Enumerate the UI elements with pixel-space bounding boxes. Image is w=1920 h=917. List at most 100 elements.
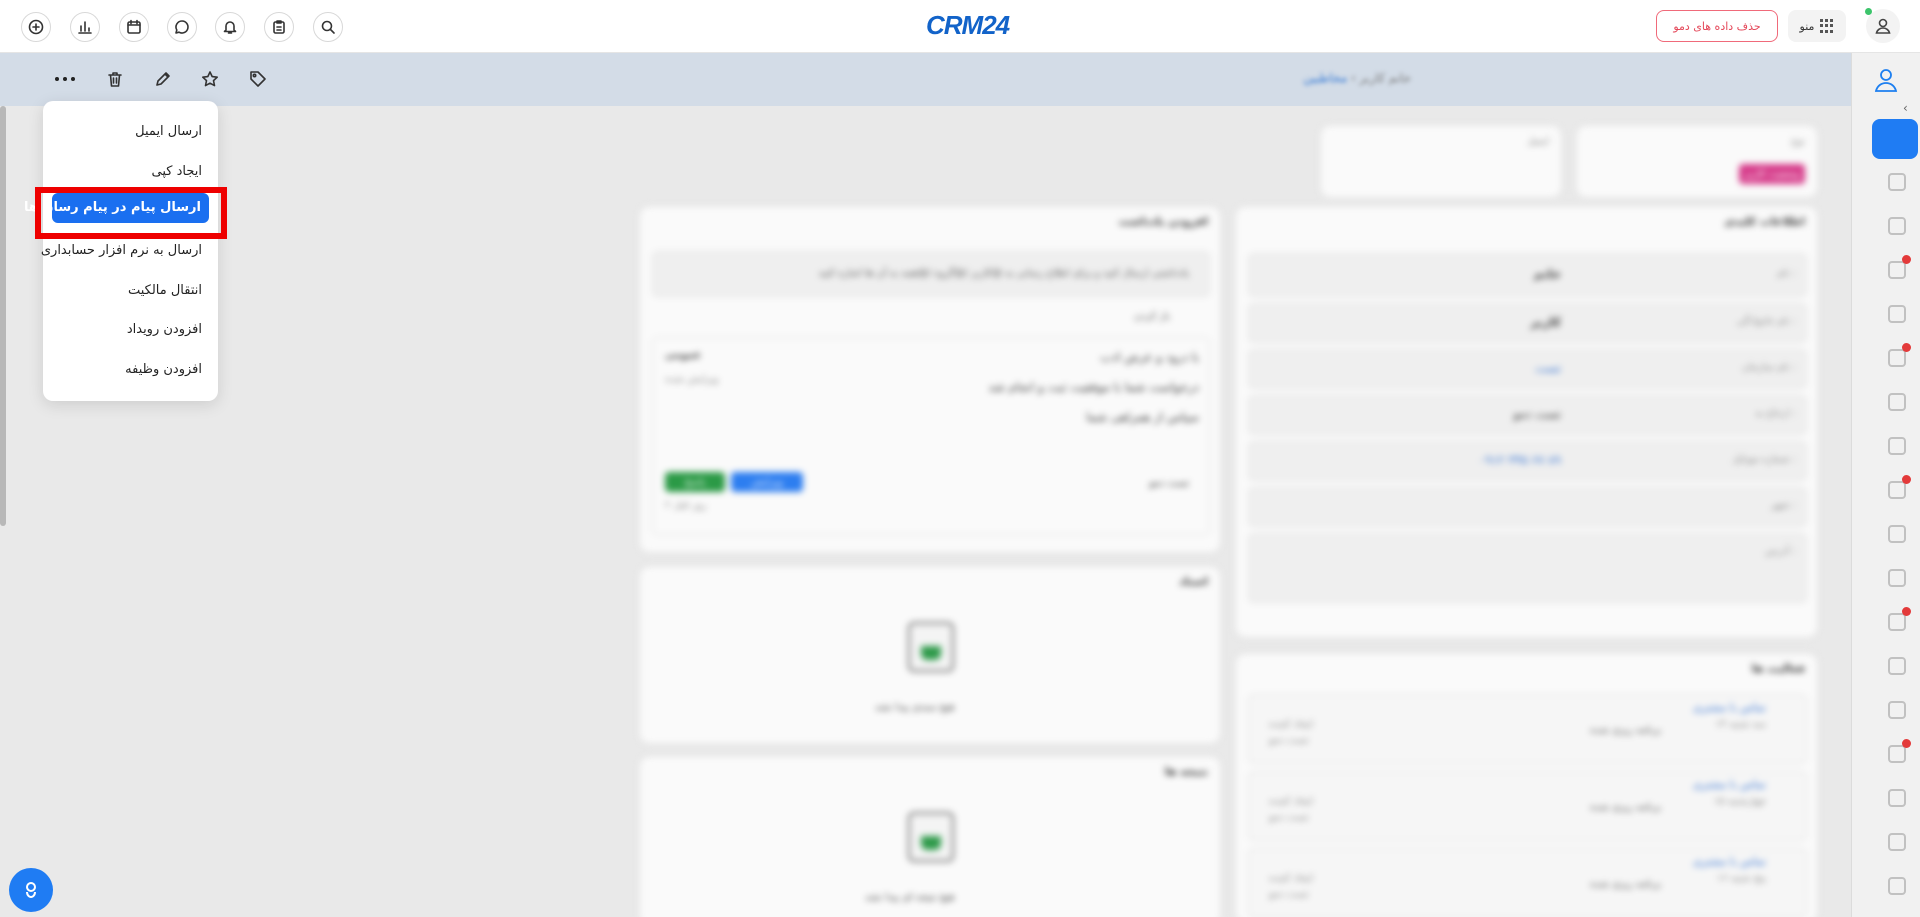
- field-row[interactable]: شماره موبایل : ۰۹۱۲ ۳۴۵ ۶۷ ۸۹: [1248, 441, 1807, 481]
- field-row[interactable]: نام سازمان : تست: [1248, 349, 1807, 389]
- activities-card: فعالیت ها تماس با مشتری سه شنبه ۱۴ برنام…: [1235, 653, 1818, 917]
- activity-creator-name: تست دمو: [1269, 889, 1309, 900]
- more-options-icon[interactable]: [55, 77, 75, 81]
- record-toolbar: خانم کاربر › مخاطبین: [0, 53, 1851, 106]
- field-value[interactable]: تست: [1535, 361, 1561, 375]
- sidebar-item-icon[interactable]: [1888, 481, 1906, 499]
- clipboard-icon[interactable]: [264, 12, 294, 42]
- field-row[interactable]: آدرس :: [1248, 533, 1807, 603]
- field-row[interactable]: ارجاع به : تست دمو: [1248, 395, 1807, 435]
- edit-note-button[interactable]: ویرایش: [731, 472, 803, 492]
- chart-icon[interactable]: [70, 12, 100, 42]
- bell-icon[interactable]: [215, 12, 245, 42]
- edit-icon[interactable]: [151, 67, 175, 91]
- note-input-placeholder: یادداشتی ارسال کنید و برای اطلاع رسانی ب…: [818, 268, 1189, 279]
- field-label: شماره موبایل :: [1732, 454, 1796, 465]
- add-icon[interactable]: [21, 12, 51, 42]
- sidebar-item-icon[interactable]: [1888, 525, 1906, 543]
- sidebar-item-icon[interactable]: [1888, 173, 1906, 191]
- email-label: ایمیل: [1527, 136, 1549, 147]
- note-item: با درود و عرض ادب درخواست شما با موفقیت …: [652, 337, 1210, 535]
- star-icon[interactable]: [198, 67, 222, 91]
- sidebar-collapse-icon[interactable]: ‹: [1903, 101, 1908, 115]
- menu-item-send-email[interactable]: ارسال ایمیل: [135, 124, 202, 139]
- menu-item-add-event[interactable]: افزودن رویداد: [127, 322, 202, 337]
- tag-icon[interactable]: [246, 67, 270, 91]
- empty-box-icon: [908, 812, 954, 862]
- grid-icon: [1820, 19, 1834, 33]
- field-label: نام خانوادگی :: [1736, 316, 1796, 327]
- sidebar-item-icon[interactable]: [1888, 393, 1906, 411]
- open-toggle-label[interactable]: باز کردن: [1134, 311, 1170, 322]
- menu-label: منو: [1799, 19, 1815, 33]
- app-logo[interactable]: CRM24: [926, 10, 1010, 41]
- field-label: نام سازمان :: [1742, 362, 1796, 373]
- status-badge[interactable]: وضعیت کاربر: [1739, 164, 1805, 184]
- sidebar-item-icon[interactable]: [1888, 305, 1906, 323]
- reply-note-button[interactable]: پاسخ: [665, 472, 725, 492]
- sidebar-item-icon[interactable]: [1888, 789, 1906, 807]
- user-profile-icon[interactable]: [1866, 9, 1900, 43]
- notification-badge: [1902, 255, 1911, 264]
- note-input[interactable]: یادداشتی ارسال کنید و برای اطلاع رسانی ب…: [652, 251, 1210, 297]
- menu-item-send-messenger[interactable]: ارسال پیام در پیام رسان ها: [24, 193, 209, 223]
- calendar-icon[interactable]: [119, 12, 149, 42]
- sidebar-item-active[interactable]: [1872, 119, 1918, 159]
- sidebar-item-icon[interactable]: [1888, 261, 1906, 279]
- activity-item[interactable]: تماس با مشتری چهارشنبه ۱۵ برنامه ریزی شد…: [1248, 771, 1807, 841]
- sidebar-item-icon[interactable]: [1888, 745, 1906, 763]
- field-row[interactable]: شهر :: [1248, 487, 1807, 527]
- activity-status[interactable]: برنامه ریزی شده: [1590, 802, 1661, 813]
- sidebar-item-icon[interactable]: [1888, 657, 1906, 675]
- notification-badge: [1902, 607, 1911, 616]
- field-value[interactable]: ۰۹۱۲ ۳۴۵ ۶۷ ۸۹: [1479, 453, 1561, 467]
- field-value: کاربر: [1530, 315, 1561, 329]
- main-menu-button[interactable]: منو: [1788, 10, 1846, 42]
- field-row[interactable]: نام خانوادگی : کاربر: [1248, 303, 1807, 343]
- support-chat-button[interactable]: [9, 868, 53, 912]
- notification-badge: [1902, 475, 1911, 484]
- field-row[interactable]: نام : خانم: [1248, 253, 1807, 297]
- activity-status[interactable]: برنامه ریزی شده: [1590, 879, 1661, 890]
- menu-item-duplicate[interactable]: ایجاد کپی: [152, 164, 202, 179]
- activities-title: فعالیت ها: [1751, 662, 1805, 675]
- activity-date: پنج شنبه ۱۶: [1716, 873, 1766, 884]
- menu-item-send-accounting[interactable]: ارسال به نرم افزار حسابداری: [41, 243, 202, 258]
- results-empty: هیچ نتیجه ای پیدا نشد: [865, 892, 955, 903]
- activity-date: سه شنبه ۱۴: [1715, 719, 1766, 730]
- breadcrumb-current: خانم کاربر: [1359, 71, 1411, 85]
- activity-item[interactable]: تماس با مشتری پنج شنبه ۱۶ برنامه ریزی شد…: [1248, 848, 1807, 917]
- search-icon[interactable]: [313, 12, 343, 42]
- activity-creator-label: ایجاد کننده: [1269, 796, 1313, 807]
- activity-creator-label: ایجاد کننده: [1269, 719, 1313, 730]
- sidebar-item-icon[interactable]: [1888, 349, 1906, 367]
- sidebar-item-icon[interactable]: [1888, 701, 1906, 719]
- activity-title[interactable]: تماس با مشتری: [1693, 778, 1766, 791]
- menu-item-transfer-ownership[interactable]: انتقال مالکیت: [128, 283, 202, 298]
- sidebar-item-icon[interactable]: [1888, 217, 1906, 235]
- activity-item[interactable]: تماس با مشتری سه شنبه ۱۴ برنامه ریزی شده…: [1248, 694, 1807, 764]
- notification-badge: [1902, 343, 1911, 352]
- field-label: آدرس :: [1765, 546, 1796, 557]
- sidebar-item-icon[interactable]: [1888, 877, 1906, 895]
- activity-title[interactable]: تماس با مشتری: [1693, 701, 1766, 714]
- results-title: نتیجه ها: [1164, 765, 1208, 778]
- results-card: نتیجه ها هیچ نتیجه ای پیدا نشد: [639, 756, 1221, 917]
- add-note-title: افزودن یادداشت: [1118, 215, 1208, 228]
- support-chat-icon: [26, 882, 36, 899]
- menu-item-add-task[interactable]: افزودن وظیفه: [125, 362, 202, 377]
- breadcrumb-parent[interactable]: مخاطبین: [1303, 71, 1347, 85]
- activity-title[interactable]: تماس با مشتری: [1693, 855, 1766, 868]
- activity-status[interactable]: برنامه ریزی شده: [1590, 725, 1661, 736]
- contact-user-icon[interactable]: [1869, 63, 1903, 97]
- sidebar-item-icon[interactable]: [1888, 613, 1906, 631]
- trash-icon[interactable]: [103, 67, 127, 91]
- sidebar-item-icon[interactable]: [1888, 833, 1906, 851]
- chat-icon[interactable]: [167, 12, 197, 42]
- sidebar-item-icon[interactable]: [1888, 437, 1906, 455]
- sidebar-item-icon[interactable]: [1888, 569, 1906, 587]
- delete-demo-data-button[interactable]: حذف داده های دمو: [1656, 10, 1778, 42]
- key-info-title: اطلاعات کلیدی: [1724, 215, 1805, 228]
- online-status-dot: [1865, 8, 1872, 15]
- note-time: ۲ روز قبل: [665, 500, 707, 511]
